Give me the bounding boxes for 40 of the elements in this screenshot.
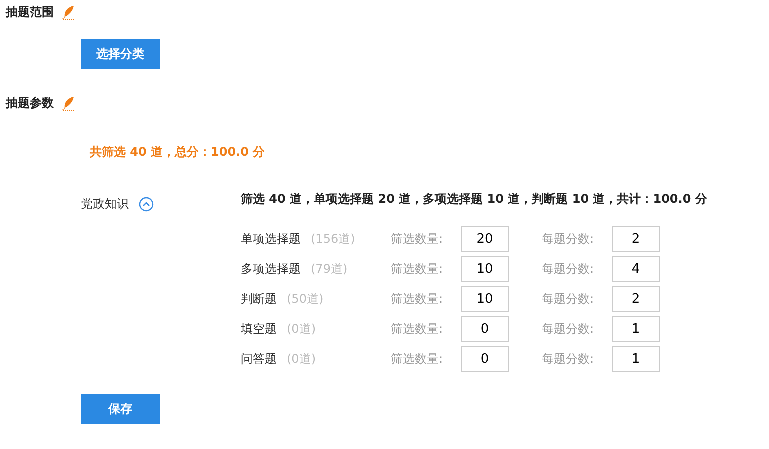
available-count: (156道) <box>311 230 356 248</box>
available-count: (0道) <box>287 350 316 368</box>
count-label: 筛选数量: <box>391 260 444 278</box>
score-field[interactable]: 1 <box>612 316 660 342</box>
score-label: 每题分数: <box>542 320 596 338</box>
count-label: 筛选数量: <box>391 320 444 338</box>
section-title: 抽题范围 <box>6 4 54 21</box>
count-field[interactable]: 20 <box>461 226 509 252</box>
total-summary: 共筛选 40 道，总分：100.0 分 <box>90 144 266 161</box>
score-field[interactable]: 4 <box>612 256 660 282</box>
save-button[interactable]: 保存 <box>81 394 160 424</box>
question-type: 判断题 <box>241 290 277 308</box>
score-label: 每题分数: <box>542 230 596 248</box>
available-count: (0道) <box>287 320 316 338</box>
question-type: 填空题 <box>241 320 277 338</box>
score-label: 每题分数: <box>542 290 596 308</box>
question-type: 单项选择题 <box>241 230 301 248</box>
count-field[interactable]: 0 <box>461 316 509 342</box>
question-type: 问答题 <box>241 350 277 368</box>
count-field[interactable]: 10 <box>461 256 509 282</box>
score-field[interactable]: 2 <box>612 286 660 312</box>
score-label: 每题分数: <box>542 260 596 278</box>
available-count: (79道) <box>311 260 348 278</box>
feather-icon <box>62 96 76 112</box>
question-type: 多项选择题 <box>241 260 301 278</box>
feather-icon <box>62 4 76 20</box>
available-count: (50道) <box>287 290 324 308</box>
count-label: 筛选数量: <box>391 230 444 248</box>
count-field[interactable]: 0 <box>461 346 509 372</box>
section-title: 抽题参数 <box>6 95 54 112</box>
category-name: 党政知识 <box>81 196 129 213</box>
select-category-button[interactable]: 选择分类 <box>81 39 160 69</box>
count-field[interactable]: 10 <box>461 286 509 312</box>
score-field[interactable]: 1 <box>612 346 660 372</box>
count-label: 筛选数量: <box>391 290 444 308</box>
collapse-icon[interactable] <box>139 197 154 212</box>
category-summary: 筛选 40 道，单项选择题 20 道，多项选择题 10 道，判断题 10 道，共计：100.0 分 <box>241 191 708 208</box>
score-label: 每题分数: <box>542 350 596 368</box>
score-field[interactable]: 2 <box>612 226 660 252</box>
count-label: 筛选数量: <box>391 350 444 368</box>
